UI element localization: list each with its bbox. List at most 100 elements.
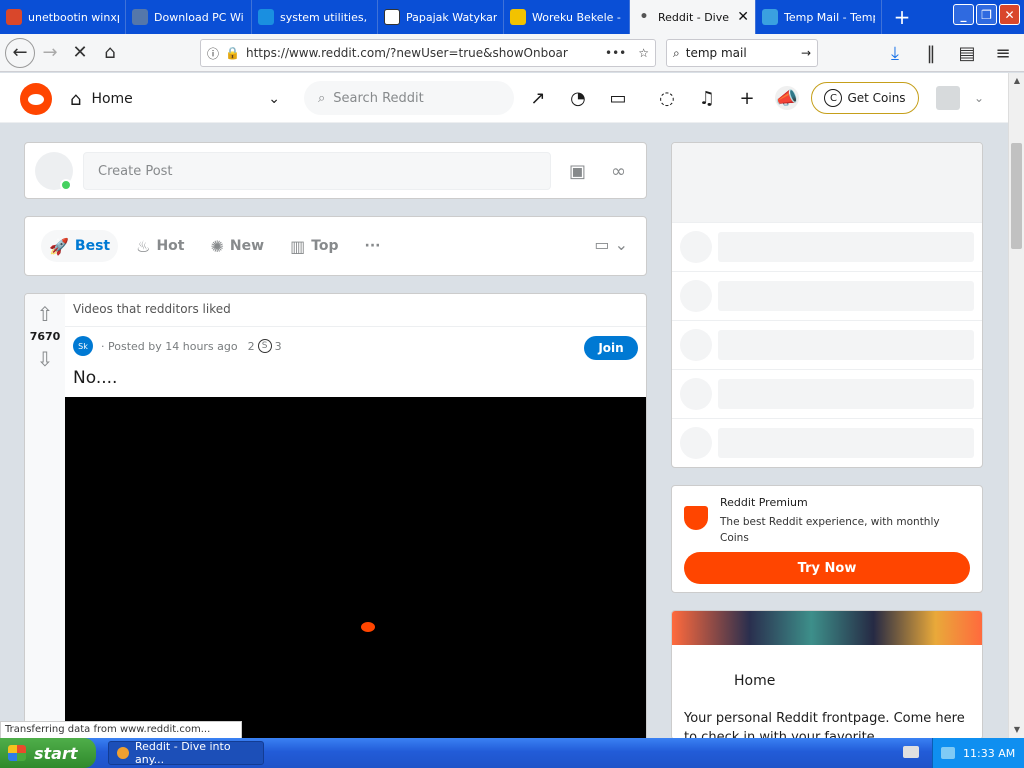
search-icon: ⌕ (318, 90, 326, 106)
subreddit-avatar[interactable]: Sk (73, 336, 93, 356)
post-card[interactable]: ⇧ 7670 ⇩ Videos that redditors liked Sk … (24, 293, 647, 763)
browser-tab-woreku[interactable]: Woreku Bekele - Y (504, 0, 630, 34)
browser-nav-bar: ← → ✕ ⌂ ⓘ 🔒 https://www.reddit.com/?newU… (0, 34, 1024, 72)
home-feed-selector[interactable]: ⌂ Home ⌄ (70, 85, 280, 113)
favicon-icon (762, 9, 778, 25)
sort-best[interactable]: 🚀 Best (41, 230, 119, 262)
browser-tab-system-utilities[interactable]: system utilities, a (252, 0, 378, 34)
skeleton-row (672, 223, 982, 272)
favicon-icon (6, 9, 22, 25)
vote-column: ⇧ 7670 ⇩ (25, 294, 65, 762)
close-window-button[interactable]: ✕ (999, 4, 1020, 25)
create-post-placeholder: Create Post (98, 163, 173, 179)
sort-top[interactable]: ▥ Top (282, 230, 346, 262)
tab-label: Papajak Watykan (406, 10, 497, 24)
taskbar-item-firefox[interactable]: Reddit - Dive into any... (108, 740, 264, 766)
stats-icon[interactable]: ◔ (566, 86, 590, 110)
chevron-down-icon: ⌄ (268, 91, 280, 107)
url-text[interactable]: https://www.reddit.com/?newUser=true&sho… (246, 46, 605, 60)
home-info-card: Home Your personal Reddit frontpage. Com… (671, 610, 983, 740)
url-bar[interactable]: ⓘ 🔒 https://www.reddit.com/?newUser=true… (200, 39, 656, 67)
info-icon[interactable]: ⓘ (207, 45, 219, 62)
image-icon[interactable]: ▣ (569, 161, 586, 182)
browser-tab-strip: unetbootin winxp Download PC Wi system u… (0, 0, 1024, 34)
video-player[interactable] (65, 397, 646, 762)
forward-button[interactable]: → (35, 38, 65, 68)
reddit-search-input[interactable]: ⌕ Search Reddit (304, 81, 514, 115)
sidebar-button[interactable]: ▤ (952, 38, 982, 68)
browser-tab-reddit[interactable]: • Reddit - Dive i ✕ (630, 0, 756, 34)
network-icon[interactable] (941, 747, 955, 759)
stop-button[interactable]: ✕ (65, 38, 95, 68)
clock[interactable]: 11:33 AM (963, 747, 1015, 760)
user-menu[interactable]: ⌄ (936, 86, 984, 110)
card-view-icon: ▭ ⌄ (594, 235, 628, 254)
chevron-down-icon: ⌄ (974, 91, 985, 105)
flame-icon: ♨ (136, 236, 151, 256)
coin-icon: C (824, 89, 843, 107)
start-button[interactable]: start (0, 738, 96, 768)
lock-icon[interactable]: 🔒 (225, 46, 240, 60)
post-title[interactable]: No.... (73, 368, 117, 388)
sort-new[interactable]: ✺ New (203, 230, 273, 262)
minimize-button[interactable]: _ (953, 4, 974, 25)
home-button[interactable]: ⌂ (95, 38, 125, 68)
search-icon: ⌕ (673, 45, 680, 60)
library-button[interactable]: ‖ (916, 38, 946, 68)
join-button[interactable]: Join (584, 336, 638, 360)
chart-icon: ▥ (290, 236, 306, 256)
start-label: start (34, 743, 78, 763)
more-options-button[interactable]: ··· (357, 230, 389, 262)
scroll-down-icon[interactable]: ▼ (1009, 722, 1024, 738)
skeleton-row (672, 370, 982, 419)
menu-button[interactable]: ≡ (988, 38, 1018, 68)
close-tab-icon[interactable]: ✕ (737, 9, 749, 25)
house-icon: ⌂ (70, 88, 82, 110)
sort-label: Hot (156, 238, 185, 254)
loading-dot-icon: • (639, 9, 649, 25)
arrow-left-icon: ← (12, 42, 28, 63)
go-arrow-icon[interactable]: → (801, 46, 811, 60)
link-icon[interactable]: ∞ (611, 161, 626, 182)
downloads-button[interactable]: ⤓ (880, 38, 910, 68)
download-icon: ⤓ (891, 42, 899, 64)
tab-label: Reddit - Dive i (658, 10, 734, 24)
layout-selector[interactable]: ▭ ⌄ (594, 235, 628, 254)
popular-icon[interactable]: ↗ (526, 86, 550, 110)
page-actions-icon[interactable]: ••• (605, 46, 626, 60)
sort-label: Top (311, 238, 339, 254)
scroll-up-icon[interactable]: ▲ (1009, 73, 1024, 89)
home-selector-label: Home (91, 91, 133, 107)
card-banner-placeholder (672, 143, 982, 223)
new-tab-button[interactable]: + (882, 0, 922, 34)
divider (65, 326, 646, 327)
chat-icon[interactable]: ◌ (655, 86, 679, 110)
browser-tab-temp-mail[interactable]: Temp Mail - Temp (756, 0, 882, 34)
system-tray: 11:33 AM (932, 738, 1024, 768)
plus-icon[interactable]: + (735, 86, 759, 110)
sort-hot[interactable]: ♨ Hot (128, 230, 192, 262)
keyboard-icon[interactable] (903, 746, 919, 758)
browser-tab-download-pc[interactable]: Download PC Wi (126, 0, 252, 34)
home-card-description: Your personal Reddit frontpage. Come her… (684, 711, 965, 740)
bookmark-star-icon[interactable]: ☆ (638, 46, 649, 60)
downvote-icon[interactable]: ⇩ (37, 347, 54, 371)
browser-tab-papajak[interactable]: Papajak Watykan (378, 0, 504, 34)
scrollbar-thumb[interactable] (1011, 143, 1022, 249)
get-coins-button[interactable]: C Get Coins (811, 82, 919, 114)
sort-bar: 🚀 Best ♨ Hot ✺ New ▥ Top ··· ▭ ⌄ (24, 216, 647, 276)
live-video-icon[interactable]: ▭ (606, 86, 630, 110)
bell-icon[interactable]: ♫ (695, 86, 719, 110)
vertical-scrollbar[interactable]: ▲ ▼ (1008, 73, 1024, 738)
create-post-input[interactable]: Create Post (83, 152, 551, 190)
try-now-button[interactable]: Try Now (684, 552, 970, 584)
upvote-icon[interactable]: ⇧ (37, 302, 54, 326)
browser-tab-unetbootin[interactable]: unetbootin winxp (0, 0, 126, 34)
reddit-logo-icon[interactable] (20, 83, 52, 115)
megaphone-icon[interactable]: 📣 (775, 86, 799, 110)
back-button[interactable]: ← (5, 37, 35, 68)
library-icon: ‖ (926, 42, 936, 64)
browser-search-input[interactable]: temp mail (686, 46, 801, 60)
maximize-button[interactable]: ❐ (976, 4, 997, 25)
browser-search-bar[interactable]: ⌕ temp mail → (666, 39, 818, 67)
